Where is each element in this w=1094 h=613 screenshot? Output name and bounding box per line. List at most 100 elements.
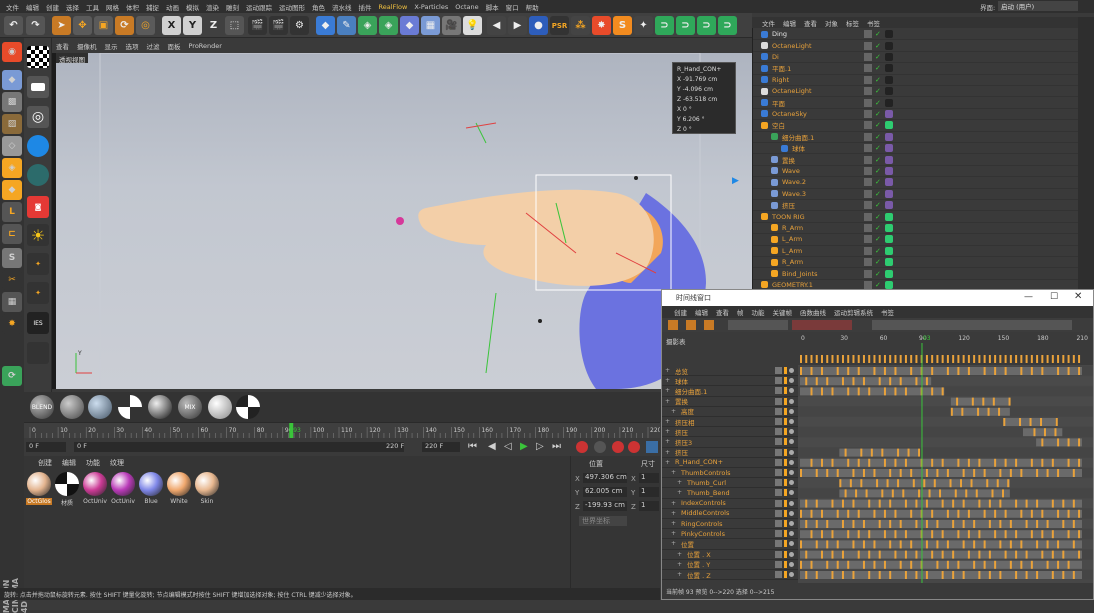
object-row[interactable]: 空白 ✓ [753,120,1079,132]
viewport-arrow-icon[interactable]: ▶ [732,176,739,186]
keyframe-mark[interactable] [952,571,955,579]
material-swatch[interactable]: OctUniv [110,472,136,508]
keyframe-mark[interactable] [994,509,997,518]
keyframe-mark[interactable] [852,520,855,528]
track-key-icon[interactable] [784,397,787,405]
visibility-dots-icon[interactable] [864,201,872,210]
keyframe-mark[interactable] [1020,560,1023,569]
visibility-dots-icon[interactable] [864,269,872,278]
dope-sheet[interactable] [798,343,1093,583]
track-expand-icon[interactable]: + [665,459,671,466]
track-dot-icon[interactable] [789,470,794,476]
mat-menu-texture[interactable]: 纹理 [110,458,124,468]
snap-icon[interactable]: ⊏ [2,224,22,244]
keyframe-mark[interactable] [1025,499,1028,508]
object-row[interactable]: 球体 ✓ [753,143,1079,155]
keyframe-mark[interactable] [878,550,881,559]
object-tag-icon[interactable] [884,258,893,267]
keyframe-mark[interactable] [878,377,881,386]
track-key-icon[interactable] [784,367,787,375]
axis-mode-icon[interactable]: L [2,202,22,222]
keyframe-mark[interactable] [949,479,952,488]
tw-menu-item[interactable]: 运动剪辑系统 [834,307,873,317]
object-name[interactable]: OctaneLight [772,87,864,95]
object-row[interactable]: 平面 ✓ [753,97,1079,109]
track-row[interactable]: + MiddleControls [662,508,798,519]
keyframe-mark[interactable] [1009,469,1012,477]
menu-item-10[interactable]: 渲染 [206,2,219,12]
keyframe-mark[interactable] [881,448,884,457]
keyframe-mark[interactable] [994,560,997,569]
keyframe-mark[interactable] [925,520,928,528]
track-key-icon[interactable] [784,438,787,446]
keyframe-mark[interactable] [967,509,970,518]
menu-item-0[interactable]: 文件 [6,2,19,12]
visibility-dots-icon[interactable] [864,41,872,50]
keyframe-mark[interactable] [946,469,949,477]
track-expand-icon[interactable]: + [677,571,683,578]
end-frame-field[interactable]: 220 F [422,442,460,452]
mat-menu-create[interactable]: 创建 [38,458,52,468]
object-row[interactable]: OctaneSky ✓ [753,109,1079,121]
key-selection-icon[interactable] [612,441,624,453]
track-expand-icon[interactable]: + [671,540,677,547]
keyframe-mark[interactable] [862,540,865,549]
keyframe-mark[interactable] [805,520,808,528]
dots-icon[interactable]: ⁂ [571,16,590,35]
keyframe-mark[interactable] [962,469,965,477]
mat-menu-function[interactable]: 功能 [86,458,100,468]
keyframe-mark[interactable] [878,571,881,579]
scale-icon[interactable]: ▣ [94,16,113,35]
keyframe-mark[interactable] [999,540,1002,549]
perspective-viewport[interactable]: Y [56,53,752,389]
keyframe-mark[interactable] [1078,438,1081,447]
arrow-right-icon[interactable]: ▶ [508,16,527,35]
keyframe-mark[interactable] [891,489,894,498]
track-dot-icon[interactable] [789,541,794,547]
object-tag-icon[interactable] [884,223,893,232]
keyframe-mark[interactable] [883,560,886,569]
object-name[interactable]: Wave.2 [782,178,864,186]
glossy-material-icon[interactable] [60,395,84,419]
tw-menu-item[interactable]: 创建 [674,307,687,317]
keyframe-mark[interactable] [1015,571,1018,579]
keyframe-mark[interactable] [978,530,981,539]
keyframe-mark[interactable] [868,387,871,396]
track-expand-icon[interactable]: + [665,418,671,425]
keyframe-mark[interactable] [1001,489,1004,498]
check-icon[interactable]: ✓ [875,281,881,289]
keyframe-mark[interactable] [894,458,897,467]
keyframe-mark[interactable] [925,571,928,579]
check-icon[interactable]: ✓ [875,87,881,95]
keyframe-mark[interactable] [1051,458,1054,467]
keyframe-mark[interactable] [873,509,876,518]
object-row[interactable]: R_Arm ✓ [753,257,1079,269]
keyframe-mark[interactable] [1036,571,1039,579]
keyframe-mark[interactable] [883,458,886,467]
recent-tool-icon[interactable]: ◎ [136,16,155,35]
track-dot-icon[interactable] [789,388,794,394]
track-lock-icon[interactable] [775,540,782,548]
menu-item-14[interactable]: 角色 [312,2,325,12]
track-lock-icon[interactable] [775,479,782,487]
object-row[interactable]: 置换 ✓ [753,154,1079,166]
keyframe-mark[interactable] [831,458,834,467]
keyframe-mark[interactable] [931,530,934,539]
track-key-icon[interactable] [784,550,787,558]
keyframe-mark[interactable] [936,540,939,549]
keyframe-mark[interactable] [925,377,928,386]
pos-z-field[interactable]: -199.93 cm [583,501,627,511]
keyframe-mark[interactable] [810,458,813,467]
track-lock-icon[interactable] [775,489,782,497]
keyframe-mark[interactable] [904,387,907,396]
keyframe-mark[interactable] [904,458,907,467]
keyframe-mark[interactable] [873,540,876,549]
keyframe-mark[interactable] [1072,469,1075,477]
keyframe-mark[interactable] [847,458,850,467]
material-swatch[interactable]: Skin [194,472,220,508]
toon-material-icon[interactable] [118,395,142,419]
keyframe-mark[interactable] [886,479,889,488]
track-row[interactable]: + 球体 [662,376,798,387]
keyframe-mark[interactable] [988,550,991,559]
layout-dropdown[interactable]: 启动 (用户) [998,1,1078,11]
